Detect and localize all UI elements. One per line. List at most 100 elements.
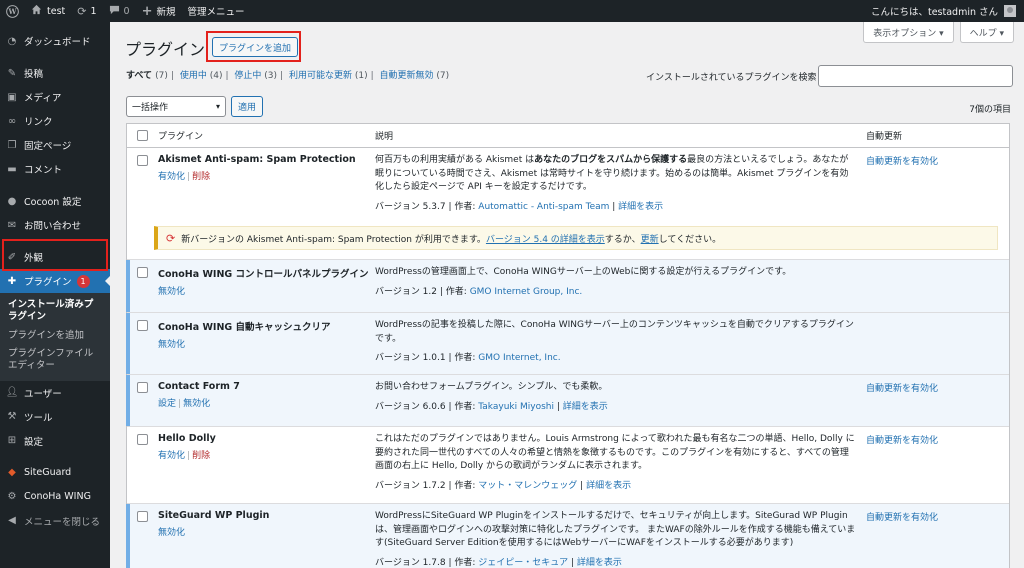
row-checkbox[interactable] <box>137 267 148 278</box>
sidebar-item-conoha[interactable]: ⚙ ConoHa WING <box>0 485 110 509</box>
plugin-name: SiteGuard WP Plugin <box>158 510 270 521</box>
deactivate-link[interactable]: 無効化 <box>183 399 210 409</box>
comments-link[interactable]: 0 <box>103 0 136 22</box>
sidebar-item-plugins[interactable]: ✚ プラグイン 1 <box>0 269 110 293</box>
author-link[interactable]: マット・マレンウェッグ <box>478 481 577 491</box>
collapse-icon: ◀ <box>8 515 16 527</box>
sidebar-item-appearance[interactable]: ✐ 外観 <box>0 245 110 269</box>
plugin-name: Contact Form 7 <box>158 381 240 392</box>
new-content-link[interactable]: + 新規 <box>136 0 182 22</box>
updates-link[interactable]: ⟳ 1 <box>71 0 102 22</box>
row-checkbox[interactable] <box>137 320 148 331</box>
sidebar-item-media[interactable]: ▣ メディア <box>0 85 110 109</box>
screen-options-button[interactable]: 表示オプション ▾ <box>863 22 954 43</box>
column-header-plugin: プラグイン <box>158 132 204 142</box>
deactivate-link[interactable]: 無効化 <box>158 340 185 350</box>
plugin-description: WordPressの管理画面上で、ConoHa WINGサーバー上のWebに関す… <box>375 267 792 277</box>
brush-icon: ✐ <box>7 251 17 263</box>
author-link[interactable]: GMO Internet, Inc. <box>478 353 560 363</box>
select-all-checkbox[interactable] <box>137 130 148 141</box>
filter-active[interactable]: 使用中 (4) <box>180 71 223 81</box>
filter-inactive[interactable]: 停止中 (3) <box>234 71 277 81</box>
enable-auto-update-link[interactable]: 自動更新を有効化 <box>866 157 938 167</box>
enable-auto-update-link[interactable]: 自動更新を有効化 <box>866 513 938 523</box>
settings-link[interactable]: 設定 <box>158 399 176 409</box>
update-now-link[interactable]: 更新 <box>641 232 659 245</box>
table-header: プラグイン 説明 自動更新 <box>127 124 1009 148</box>
row-checkbox[interactable] <box>137 382 148 393</box>
author-link[interactable]: ジェイピー・セキュア <box>478 558 568 568</box>
deactivate-link[interactable]: 無効化 <box>158 528 185 538</box>
enable-auto-update-link[interactable]: 自動更新を有効化 <box>866 384 938 394</box>
collapse-menu-button[interactable]: ◀ メニューを閉じる <box>0 509 110 533</box>
sidebar-item-siteguard[interactable]: ◆ SiteGuard <box>0 461 110 485</box>
sidebar-item-posts[interactable]: ✎ 投稿 <box>0 61 110 85</box>
column-header-auto-update: 自動更新 <box>866 132 903 142</box>
sidebar-item-links[interactable]: ∞ リンク <box>0 109 110 133</box>
sidebar-item-label: メディア <box>24 93 62 104</box>
dashboard-icon: ◔ <box>7 35 17 47</box>
updates-count: 1 <box>90 5 97 17</box>
account-menu[interactable]: こんにちは、testadmin さん <box>871 4 1024 18</box>
plugin-version: バージョン 1.7.8 <box>375 557 446 568</box>
sidebar-item-dashboard[interactable]: ◔ ダッシュボード <box>0 29 110 53</box>
author-link[interactable]: GMO Internet Group, Inc. <box>470 287 583 297</box>
update-notice-text: するか、 <box>604 234 641 245</box>
plugin-search-input[interactable] <box>818 65 1013 87</box>
table-row: ConoHa WING 自動キャッシュクリア 無効化 WordPressの記事を… <box>126 313 1009 375</box>
site-name-link[interactable]: test <box>25 0 71 22</box>
status-filters: すべて (7) | 使用中 (4) | 停止中 (3) | 利用可能な更新 (1) | … <box>126 71 450 81</box>
bulk-action-select[interactable]: 一括操作 ▾ <box>126 96 226 117</box>
author-link[interactable]: Automattic - Anti-spam Team <box>478 202 609 212</box>
filter-all[interactable]: すべて (7) <box>126 71 168 81</box>
plugin-meta: バージョン 6.0.6 | 作者: Takayuki Miyoshi | 詳細を… <box>375 401 608 412</box>
sidebar-item-settings[interactable]: ⊞ 設定 <box>0 429 110 453</box>
author-link[interactable]: Takayuki Miyoshi <box>478 402 554 412</box>
row-checkbox[interactable] <box>137 155 148 166</box>
submenu-installed-plugins[interactable]: インストール済みプラグイン <box>0 296 110 327</box>
plugin-name: ConoHa WING コントロールパネルプラグイン <box>158 269 369 280</box>
details-link[interactable]: 詳細を表示 <box>563 402 608 412</box>
row-checkbox[interactable] <box>137 511 148 522</box>
activate-link[interactable]: 有効化 <box>158 172 185 182</box>
admin-menu-link[interactable]: 管理メニュー <box>181 0 250 22</box>
plugin-meta: バージョン 5.3.7 | 作者: Automattic - Anti-spam… <box>375 201 664 212</box>
plugin-meta: バージョン 1.0.1 | 作者: GMO Internet, Inc. <box>375 353 561 363</box>
submenu-plugin-editor[interactable]: プラグインファイルエディター <box>0 345 110 376</box>
comment-icon: ▬ <box>7 163 17 175</box>
filter-auto-update-disabled[interactable]: 自動更新無効 (7) <box>380 71 450 81</box>
apply-button[interactable]: 適用 <box>231 96 264 117</box>
submenu-add-plugin[interactable]: プラグインを追加 <box>0 327 110 345</box>
sidebar-item-comments[interactable]: ▬ コメント <box>0 157 110 181</box>
filter-updates[interactable]: 利用可能な更新 (1) <box>289 71 368 81</box>
gear-icon: ⚙ <box>7 491 17 503</box>
filter-label: すべて <box>126 71 153 81</box>
sidebar-item-pages[interactable]: ❐ 固定ページ <box>0 133 110 157</box>
plugin-description: お問い合わせフォームプラグイン。シンプル、でも柔軟。 <box>375 382 608 392</box>
delete-link[interactable]: 削除 <box>192 172 210 182</box>
plugins-update-badge: 1 <box>76 274 90 288</box>
author-label: 作者: <box>445 286 467 297</box>
sidebar-item-tools[interactable]: ⚒ ツール <box>0 405 110 429</box>
details-link[interactable]: 詳細を表示 <box>577 558 622 568</box>
settings-icon: ⊞ <box>7 435 17 447</box>
details-link[interactable]: 詳細を表示 <box>586 481 631 491</box>
enable-auto-update-link[interactable]: 自動更新を有効化 <box>866 436 938 446</box>
view-version-details-link[interactable]: バージョン 5.4 の詳細を表示 <box>486 232 605 245</box>
details-link[interactable]: 詳細を表示 <box>618 202 663 212</box>
sidebar-item-users[interactable]: 👤︎ ユーザー <box>0 381 110 405</box>
activate-link[interactable]: 有効化 <box>158 451 185 461</box>
sidebar-item-label: 投稿 <box>24 69 44 80</box>
add-plugin-button[interactable]: プラグインを追加 <box>212 37 299 57</box>
plugin-version: バージョン 1.0.1 <box>375 353 446 363</box>
wordpress-logo-icon[interactable]: W <box>0 0 25 22</box>
help-button[interactable]: ヘルプ ▾ <box>959 22 1014 43</box>
sidebar-item-cocoon[interactable]: ● Cocoon 設定 <box>0 189 110 213</box>
deactivate-link[interactable]: 無効化 <box>158 287 185 297</box>
author-label: 作者: <box>454 401 476 412</box>
delete-link[interactable]: 削除 <box>192 451 210 461</box>
sidebar-item-contact[interactable]: ✉ お問い合わせ <box>0 213 110 237</box>
items-count: 7個の項目 <box>969 105 1011 115</box>
row-checkbox[interactable] <box>137 434 148 445</box>
siteguard-icon: ◆ <box>8 467 16 479</box>
